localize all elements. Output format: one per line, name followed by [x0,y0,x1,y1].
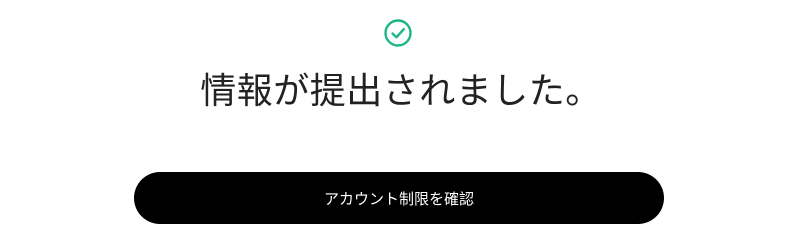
check-account-restrictions-button[interactable]: アカウント制限を確認 [134,172,664,224]
success-title: 情報が提出されました。 [200,71,602,112]
check-circle-icon [384,19,412,47]
